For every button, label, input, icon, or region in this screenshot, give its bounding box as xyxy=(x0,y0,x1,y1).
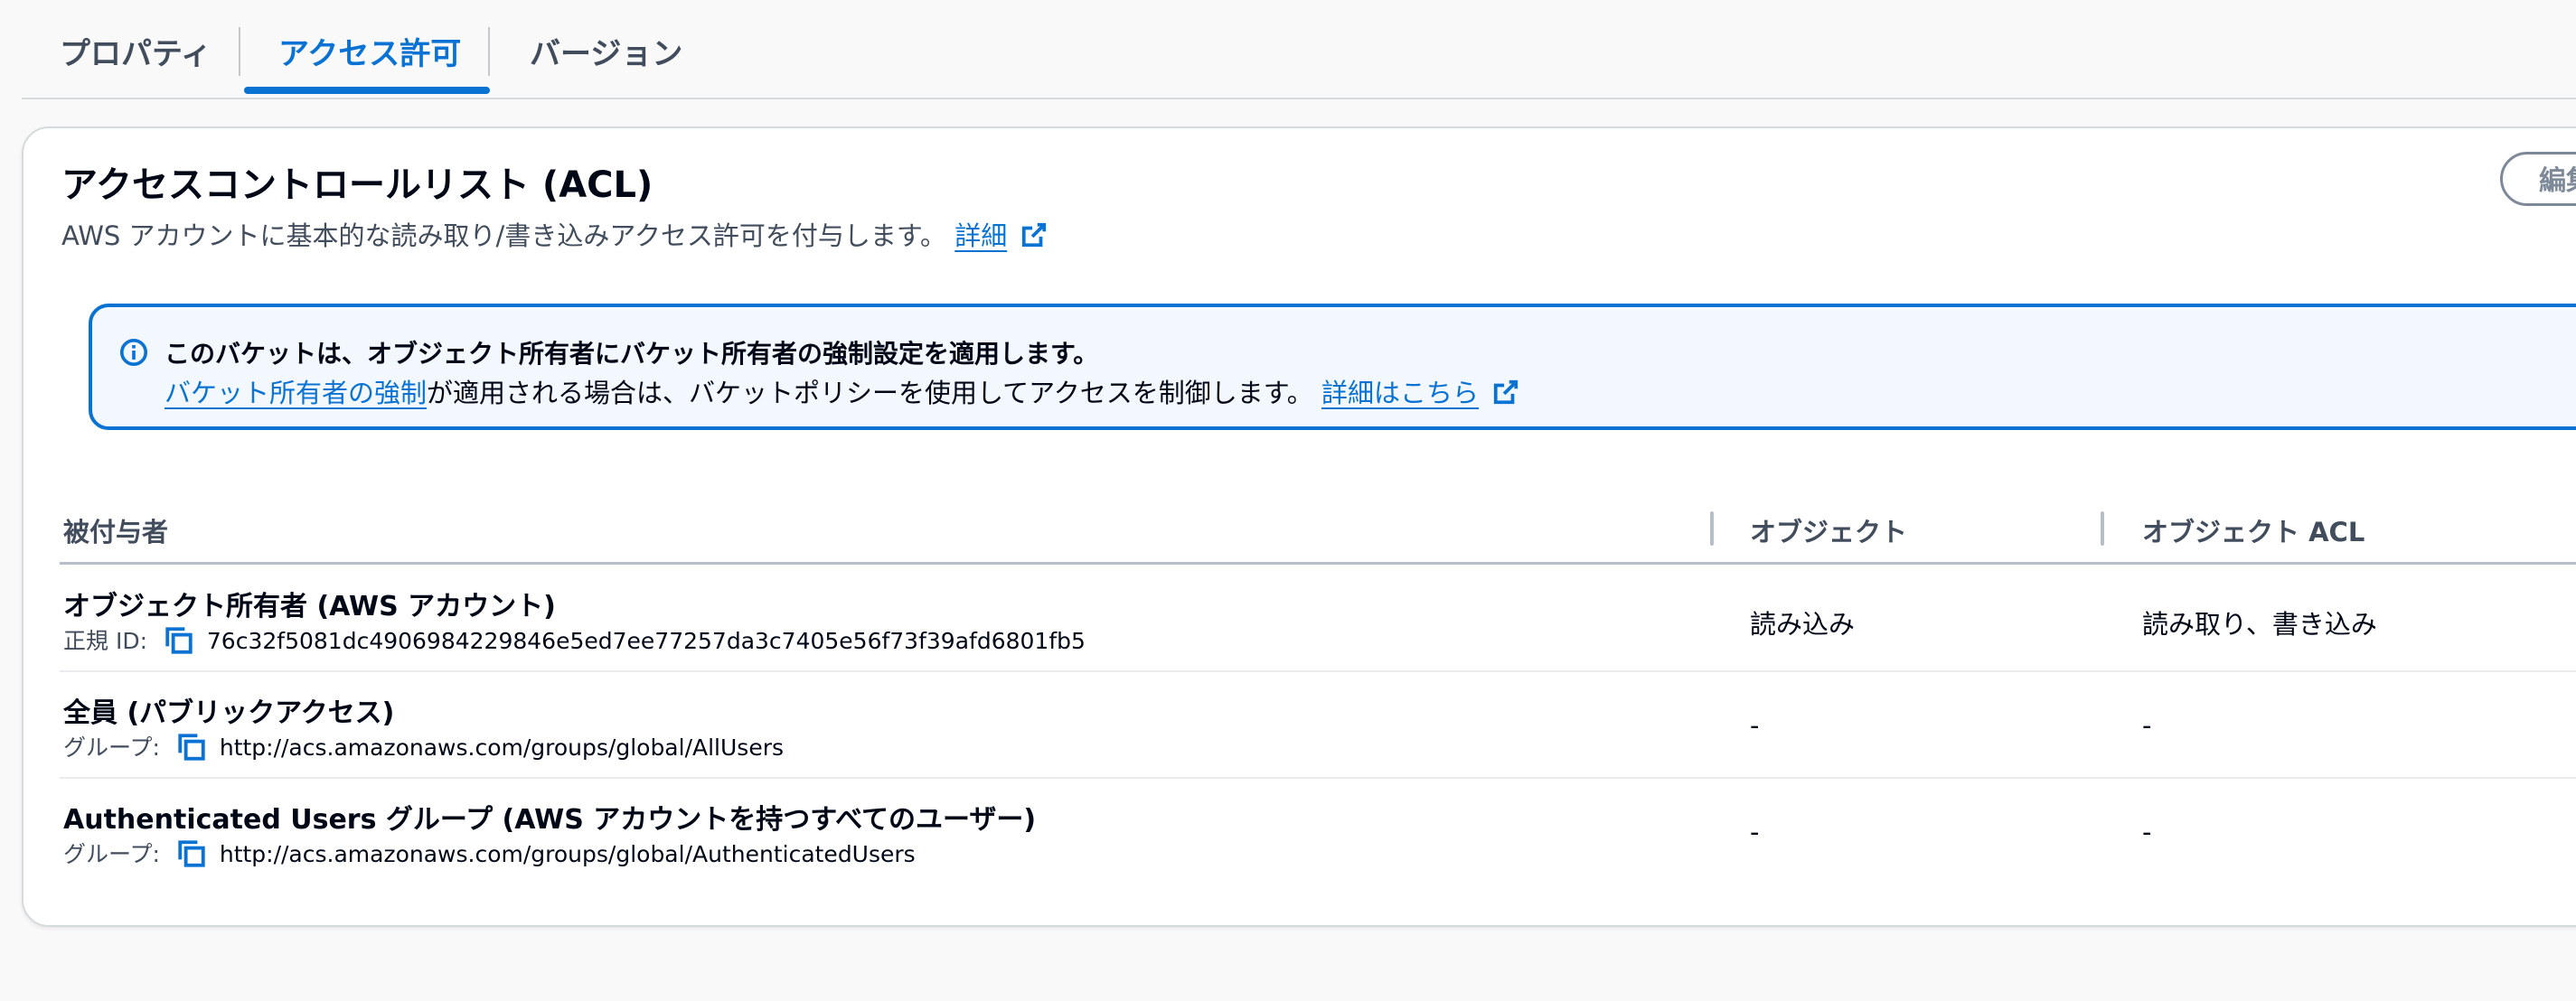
grantee-id-label: 正規 ID: xyxy=(63,628,147,654)
tab-bar: プロパティ アクセス許可 バージョン xyxy=(22,0,2576,99)
alert-body: バケット所有者の強制が適用される場合は、バケットポリシーを使用してアクセスを制御… xyxy=(165,372,1519,410)
active-tab-indicator xyxy=(244,87,490,94)
column-header-grantee[interactable]: 被付与者 xyxy=(63,511,168,549)
grantee-id-value: http://acs.amazonaws.com/groups/global/A… xyxy=(219,734,785,761)
grantee-name: 全員 (パブリックアクセス) xyxy=(63,697,395,729)
grantee-id-value: 76c32f5081dc4906984229846e5ed7ee77257da3… xyxy=(206,628,1086,654)
external-link-icon[interactable] xyxy=(1492,379,1519,406)
panel-description-text: AWS アカウントに基本的な読み取り/書き込みアクセス許可を付与します。 xyxy=(61,220,946,251)
tab-divider xyxy=(239,27,240,76)
bucket-owner-enforced-link[interactable]: バケット所有者の強制 xyxy=(165,378,427,408)
info-alert: このバケットは、オブジェクト所有者にバケット所有者の強制設定を適用します。 バケ… xyxy=(89,304,2576,430)
grantee-name: オブジェクト所有者 (AWS アカウント) xyxy=(63,591,556,622)
copy-icon[interactable] xyxy=(164,625,194,656)
column-header-object[interactable]: オブジェクト xyxy=(1750,511,1907,549)
object-acl-permission: 読み取り、書き込み xyxy=(2142,609,2377,640)
row-divider xyxy=(60,777,2576,779)
grantee-id: 正規 ID: 76c32f5081dc4906984229846e5ed7ee7… xyxy=(63,623,1086,656)
details-link[interactable]: 詳細 xyxy=(954,220,1007,251)
external-link-icon[interactable] xyxy=(1020,221,1048,248)
column-resizer[interactable] xyxy=(2101,511,2104,546)
object-acl-permission: - xyxy=(2142,817,2152,847)
tab-permissions[interactable]: アクセス許可 xyxy=(257,27,483,81)
column-resizer[interactable] xyxy=(1710,511,1714,546)
grantee-name: Authenticated Users グループ (AWS アカウントを持つすべ… xyxy=(63,804,1037,836)
tab-divider xyxy=(488,27,490,76)
object-permission: 読み込み xyxy=(1750,609,1856,640)
object-permission: - xyxy=(1750,817,1760,847)
grantee-id-value: http://acs.amazonaws.com/groups/global/A… xyxy=(219,841,916,867)
edit-button[interactable]: 編集 xyxy=(2500,152,2576,206)
alert-body-text: が適用される場合は、バケットポリシーを使用してアクセスを制御します。 xyxy=(427,378,1313,408)
object-acl-permission: - xyxy=(2142,710,2152,741)
grantee-id-label: グループ: xyxy=(63,734,160,761)
tab-properties[interactable]: プロパティ xyxy=(38,27,233,81)
object-permission: - xyxy=(1750,710,1760,741)
learn-more-link[interactable]: 詳細はこちら xyxy=(1321,378,1479,408)
info-icon xyxy=(120,339,147,366)
panel-title: アクセスコントロールリスト (ACL) xyxy=(61,164,653,206)
grantee-id: グループ: http://acs.amazonaws.com/groups/gl… xyxy=(63,730,784,762)
copy-icon[interactable] xyxy=(176,732,207,762)
grantee-id-label: グループ: xyxy=(63,841,160,867)
tab-versions[interactable]: バージョン xyxy=(508,27,704,81)
column-header-object-acl[interactable]: オブジェクト ACL xyxy=(2142,511,2364,549)
row-divider xyxy=(60,670,2576,672)
panel-description: AWS アカウントに基本的な読み取り/書き込みアクセス許可を付与します。 詳細 xyxy=(61,215,1048,253)
grantee-id: グループ: http://acs.amazonaws.com/groups/gl… xyxy=(63,837,916,869)
alert-title: このバケットは、オブジェクト所有者にバケット所有者の強制設定を適用します。 xyxy=(165,339,1099,369)
copy-icon[interactable] xyxy=(176,838,207,869)
table-header-divider xyxy=(60,562,2576,565)
